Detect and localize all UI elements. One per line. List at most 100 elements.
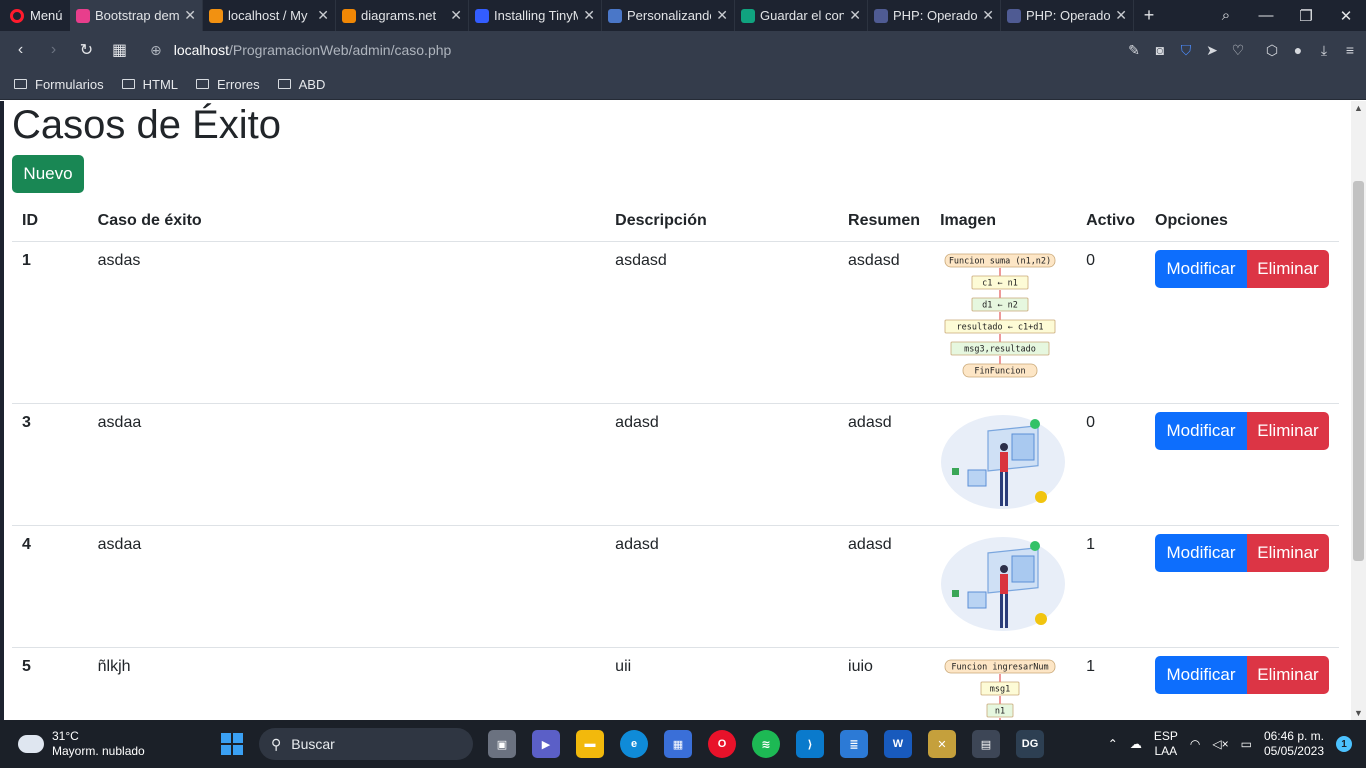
datagrip-icon[interactable]: DG xyxy=(1016,730,1044,758)
delete-button[interactable]: Eliminar xyxy=(1247,533,1329,572)
browser-tab[interactable]: Installing TinyM ✕ xyxy=(469,0,602,31)
table-header-row: ID Caso de éxito Descripción Resumen Ima… xyxy=(12,201,1339,242)
forward-button[interactable]: › xyxy=(37,41,70,59)
tab-favicon-icon xyxy=(874,8,888,23)
browser-tab[interactable]: Bootstrap dem ✕ xyxy=(70,0,203,31)
tab-title: Bootstrap dem xyxy=(95,8,180,23)
back-button[interactable]: ‹ xyxy=(4,41,37,59)
weather-widget[interactable]: 31°C Mayorm. nublado xyxy=(0,729,220,759)
browser-tab[interactable]: PHP: Operador ✕ xyxy=(1001,0,1134,31)
tab-title: Installing TinyM xyxy=(494,8,579,23)
flowchart-step-label: msg3,resultado xyxy=(964,344,1036,354)
close-tab-icon[interactable]: ✕ xyxy=(184,7,196,24)
url-field[interactable]: ⊕ localhost/ProgramacionWeb/admin/caso.p… xyxy=(150,42,451,59)
bookmark-folder[interactable]: HTML xyxy=(121,76,179,92)
cell-resumen: asdasd xyxy=(838,241,931,404)
col-resumen: Resumen xyxy=(838,201,931,242)
close-tab-icon[interactable]: ✕ xyxy=(583,7,595,24)
cell-resumen: iuio xyxy=(838,647,931,720)
close-tab-icon[interactable]: ✕ xyxy=(982,7,994,24)
word-icon[interactable]: W xyxy=(884,730,912,758)
browser-tab[interactable]: diagrams.net ✕ xyxy=(336,0,469,31)
minimize-button[interactable]: — xyxy=(1246,7,1286,24)
onedrive-icon[interactable]: ☁ xyxy=(1130,737,1142,751)
modify-button[interactable]: Modificar xyxy=(1155,411,1247,450)
bookmark-folder[interactable]: ABD xyxy=(277,77,325,92)
close-window-button[interactable]: ✕ xyxy=(1326,7,1366,25)
browser-tab[interactable]: localhost / My ✕ xyxy=(203,0,336,31)
browser-tab[interactable]: Guardar el cont ✕ xyxy=(735,0,868,31)
scroll-down-arrow[interactable]: ▼ xyxy=(1351,708,1366,718)
cell-descripcion: adasd xyxy=(605,525,839,648)
close-tab-icon[interactable]: ✕ xyxy=(450,7,462,24)
wifi-icon[interactable]: ◠ xyxy=(1190,737,1200,751)
modify-button[interactable]: Modificar xyxy=(1155,249,1247,288)
task-view-icon[interactable]: ▣ xyxy=(488,730,516,758)
cases-table: ID Caso de éxito Descripción Resumen Ima… xyxy=(12,201,1339,720)
edit-icon[interactable]: ✎ xyxy=(1126,42,1142,59)
browser-tab[interactable]: Personalizando ✕ xyxy=(602,0,735,31)
download-icon[interactable]: ⤓ xyxy=(1316,42,1332,59)
spotify-icon[interactable]: ≋ xyxy=(752,730,780,758)
close-tab-icon[interactable]: ✕ xyxy=(849,7,861,24)
site-info-icon[interactable]: ⊕ xyxy=(150,42,162,59)
teams-icon[interactable]: ▶ xyxy=(532,730,560,758)
bookmark-label: HTML xyxy=(142,76,179,92)
tools-icon[interactable]: ✕ xyxy=(928,730,956,758)
tabs-overview-icon[interactable]: ▦ xyxy=(103,40,136,60)
cell-resumen: adasd xyxy=(838,525,931,648)
windows-taskbar: 31°C Mayorm. nublado ⚲ Buscar ▣ ▶ ▬ e ▦ … xyxy=(0,720,1366,768)
send-icon[interactable]: ➤ xyxy=(1204,42,1220,59)
cube-icon[interactable]: ⬡ xyxy=(1264,42,1280,59)
notification-badge[interactable]: 1 xyxy=(1336,736,1352,752)
file-explorer-icon[interactable]: ▬ xyxy=(576,730,604,758)
search-tabs-icon[interactable]: ⌕ xyxy=(1206,7,1246,24)
close-tab-icon[interactable]: ✕ xyxy=(716,7,728,24)
show-hidden-icons[interactable]: ⌃ xyxy=(1108,737,1118,751)
battery-icon[interactable]: ▭ xyxy=(1241,737,1252,751)
bookmark-folder[interactable]: Formularios xyxy=(14,77,104,92)
scroll-up-arrow[interactable]: ▲ xyxy=(1351,103,1366,113)
notepad-icon[interactable]: ≣ xyxy=(840,730,868,758)
modify-button[interactable]: Modificar xyxy=(1155,655,1247,694)
browser-tab[interactable]: PHP: Operador ✕ xyxy=(868,0,1001,31)
new-case-button[interactable]: Nuevo xyxy=(12,155,84,193)
bookmarks-bar: Formularios HTML Errores ABD xyxy=(0,69,1366,100)
opera-menu-button[interactable]: Menú xyxy=(0,0,70,31)
heart-icon[interactable]: ♡ xyxy=(1230,42,1246,59)
flowchart-step-label: c1 ← n1 xyxy=(982,278,1018,288)
pseint-icon[interactable]: ▤ xyxy=(972,730,1000,758)
table-row: 4 asdaa adasd adasd 1 Modificar Eliminar xyxy=(12,525,1339,648)
store-icon[interactable]: ▦ xyxy=(664,730,692,758)
scroll-thumb[interactable] xyxy=(1353,181,1364,561)
restore-button[interactable]: ❐ xyxy=(1286,7,1326,25)
delete-button[interactable]: Eliminar xyxy=(1247,249,1329,288)
language-indicator[interactable]: ESP LAA xyxy=(1154,729,1178,759)
volume-muted-icon[interactable]: ◁× xyxy=(1212,737,1228,751)
new-tab-button[interactable]: + xyxy=(1134,5,1164,26)
col-activo: Activo xyxy=(1076,201,1145,242)
cell-imagen xyxy=(930,403,1077,526)
opera-taskbar-icon[interactable]: O xyxy=(708,730,736,758)
col-id: ID xyxy=(12,201,88,242)
modify-button[interactable]: Modificar xyxy=(1155,533,1247,572)
start-button-icon[interactable] xyxy=(221,733,243,755)
cell-id: 1 xyxy=(12,241,88,404)
taskbar-search[interactable]: ⚲ Buscar xyxy=(259,728,473,760)
camera-icon[interactable]: ◙ xyxy=(1152,42,1168,58)
easy-setup-icon[interactable]: ≡ xyxy=(1342,42,1358,58)
profile-icon[interactable]: ● xyxy=(1290,42,1306,58)
delete-button[interactable]: Eliminar xyxy=(1247,411,1329,450)
tab-title: diagrams.net xyxy=(361,8,437,23)
close-tab-icon[interactable]: ✕ xyxy=(317,7,329,24)
clock[interactable]: 06:46 p. m. 05/05/2023 xyxy=(1264,729,1324,759)
close-tab-icon[interactable]: ✕ xyxy=(1115,7,1127,24)
reload-button[interactable]: ↻ xyxy=(70,40,103,60)
vscode-icon[interactable]: ⟩ xyxy=(796,730,824,758)
bookmark-folder[interactable]: Errores xyxy=(196,77,260,92)
page-scrollbar[interactable]: ▲ ▼ xyxy=(1351,101,1366,720)
shield-icon[interactable]: ⛉ xyxy=(1178,42,1194,59)
delete-button[interactable]: Eliminar xyxy=(1247,655,1329,694)
edge-icon[interactable]: e xyxy=(620,730,648,758)
cell-opciones: Modificar Eliminar xyxy=(1145,241,1339,404)
